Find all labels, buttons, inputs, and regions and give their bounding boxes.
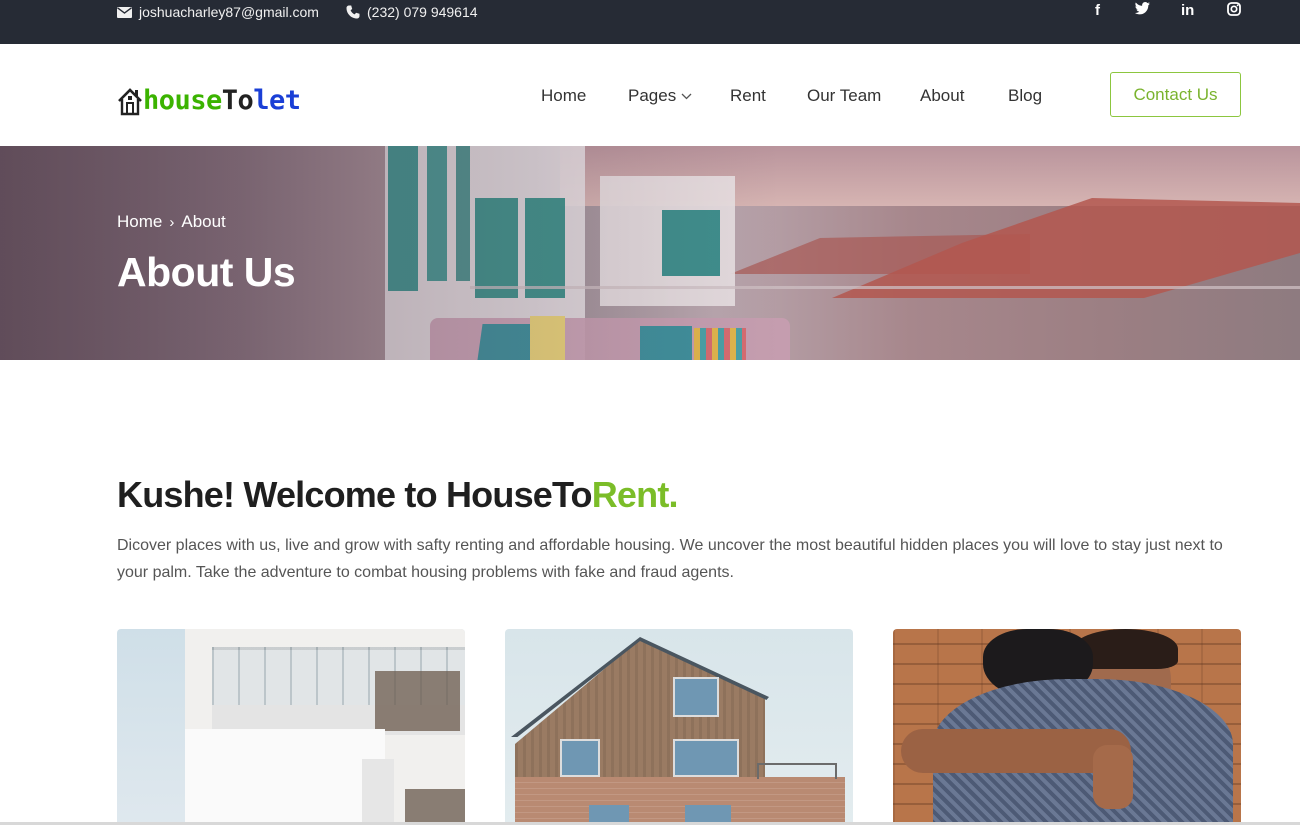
image-card-building[interactable] xyxy=(117,629,465,825)
contact-us-button[interactable]: Contact Us xyxy=(1110,72,1241,117)
breadcrumb-home[interactable]: Home xyxy=(117,212,162,232)
logo-part-to: To xyxy=(221,85,254,116)
card-image-brick-pattern xyxy=(515,777,845,825)
card-image-window xyxy=(375,671,460,731)
twitter-icon[interactable] xyxy=(1135,2,1150,20)
top-bar: joshuacharley87@gmail.com (232) 079 9496… xyxy=(0,0,1300,44)
nav-our-team[interactable]: Our Team xyxy=(807,84,881,108)
site-logo[interactable]: houseTolet xyxy=(117,80,301,116)
phone-contact[interactable]: (232) 079 949614 xyxy=(346,0,478,24)
chevron-down-icon xyxy=(681,93,692,100)
breadcrumb: Home › About xyxy=(117,212,226,232)
linkedin-icon[interactable]: in xyxy=(1181,2,1194,20)
facebook-icon[interactable]: f xyxy=(1095,2,1100,20)
welcome-heading-main: Kushe! Welcome to HouseTo xyxy=(117,474,593,515)
welcome-heading: Kushe! Welcome to HouseToRent. xyxy=(117,474,679,516)
nav-home[interactable]: Home xyxy=(541,84,586,108)
card-image-terrace-rail xyxy=(757,763,837,779)
card-image-window xyxy=(673,677,719,717)
card-image-window xyxy=(405,789,465,825)
nav-about[interactable]: About xyxy=(920,84,964,108)
nav-pages-label: Pages xyxy=(628,86,677,105)
nav-rent[interactable]: Rent xyxy=(730,84,766,108)
breadcrumb-current: About xyxy=(181,212,226,231)
welcome-heading-accent: Rent. xyxy=(591,474,679,515)
logo-text: houseTolet xyxy=(143,86,301,116)
page-title: About Us xyxy=(117,249,296,295)
logo-part-house: house xyxy=(143,85,222,116)
card-image-slab xyxy=(185,729,385,825)
card-image-column xyxy=(362,759,394,825)
welcome-description: Dicover places with us, live and grow wi… xyxy=(117,537,1223,581)
email-text: joshuacharley87@gmail.com xyxy=(139,4,319,20)
house-logo-icon xyxy=(118,88,142,116)
image-card-people[interactable] xyxy=(893,629,1241,825)
card-image-hand xyxy=(1093,745,1133,809)
nav-pages[interactable]: Pages xyxy=(628,84,692,108)
email-contact[interactable]: joshuacharley87@gmail.com xyxy=(117,0,319,24)
main-header: houseTolet Home Pages Rent Our Team Abou… xyxy=(0,44,1300,146)
envelope-icon xyxy=(117,6,132,18)
card-image-window xyxy=(560,739,600,777)
hero-banner: Home › About About Us xyxy=(0,146,1300,360)
card-image-window xyxy=(673,739,739,777)
breadcrumb-separator-icon: › xyxy=(169,213,175,231)
phone-text: (232) 079 949614 xyxy=(367,4,478,20)
instagram-icon[interactable] xyxy=(1227,2,1241,21)
logo-part-let: let xyxy=(253,85,301,116)
image-card-house[interactable] xyxy=(505,629,853,825)
nav-blog[interactable]: Blog xyxy=(1008,84,1042,108)
phone-icon xyxy=(346,5,360,19)
